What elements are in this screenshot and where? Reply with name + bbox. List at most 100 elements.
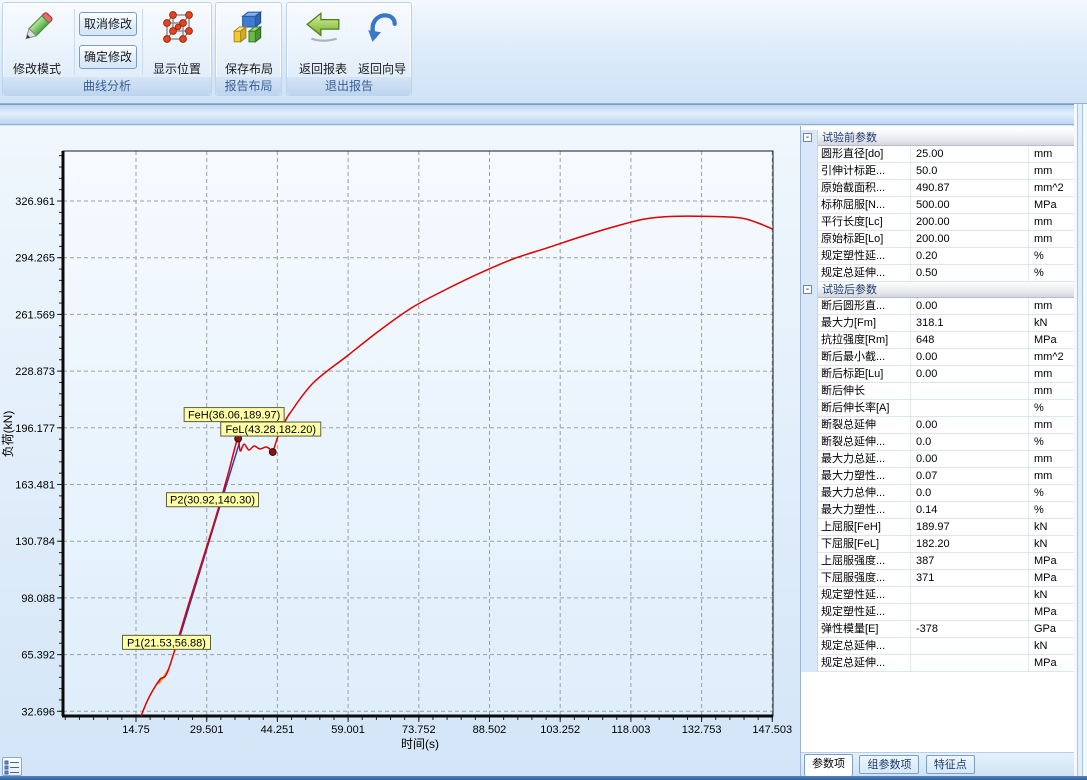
modify-mode-button[interactable]: 修改模式	[6, 6, 68, 76]
param-label: 规定总延伸...	[818, 655, 911, 672]
param-row[interactable]: 上屈服强度...387MPa	[801, 553, 1074, 570]
group-label-report-layout: 报告布局	[216, 77, 281, 95]
param-section-header[interactable]: 试验后参数	[801, 282, 1074, 298]
param-value[interactable]: 318.1	[911, 315, 1029, 332]
param-label: 规定总延伸...	[818, 265, 911, 282]
param-row[interactable]: 断后标距[Lu]0.00mm	[801, 366, 1074, 383]
param-row[interactable]: 规定总延伸...kN	[801, 638, 1074, 655]
param-value[interactable]: 387	[911, 553, 1029, 570]
param-value[interactable]: 0.00	[911, 417, 1029, 434]
param-unit: mm	[1029, 298, 1074, 315]
param-unit: mm	[1029, 468, 1074, 485]
param-row[interactable]: 规定塑性延...MPa	[801, 604, 1074, 621]
list-icon	[3, 758, 21, 775]
param-row[interactable]: 下屈服[FeL]182.20kN	[801, 536, 1074, 553]
molecule-icon	[159, 9, 195, 45]
param-label: 最大力总伸...	[818, 485, 911, 502]
save-layout-button[interactable]: 保存布局	[218, 6, 280, 76]
param-value[interactable]	[911, 655, 1029, 672]
margin-cell	[801, 146, 818, 163]
param-row[interactable]: 断后伸长mm	[801, 383, 1074, 400]
param-row[interactable]: 最大力总伸...0.0%	[801, 485, 1074, 502]
param-row[interactable]: 断后伸长率[A]%	[801, 400, 1074, 417]
param-row[interactable]: 平行长度[Lc]200.00mm	[801, 214, 1074, 231]
param-value[interactable]	[911, 400, 1029, 417]
param-row[interactable]: 弹性模量[E]-378GPa	[801, 621, 1074, 638]
param-row[interactable]: 规定总延伸...MPa	[801, 655, 1074, 672]
param-value[interactable]: 648	[911, 332, 1029, 349]
param-label: 标称屈服[N...	[818, 197, 911, 214]
param-row[interactable]: 抗拉强度[Rm]648MPa	[801, 332, 1074, 349]
show-position-button[interactable]: 显示位置	[146, 6, 208, 76]
param-row[interactable]: 断裂总延伸...0.0%	[801, 434, 1074, 451]
back-to-report-button[interactable]: 返回报表	[292, 6, 354, 76]
cubes-icon	[231, 9, 267, 45]
param-row[interactable]: 断后最小截...0.00mm^2	[801, 349, 1074, 366]
param-value[interactable]: 371	[911, 570, 1029, 587]
margin-cell	[801, 570, 818, 587]
separator	[142, 9, 143, 75]
param-label: 最大力塑性...	[818, 468, 911, 485]
param-row[interactable]: 上屈服[FeH]189.97kN	[801, 519, 1074, 536]
param-value[interactable]: 0.00	[911, 366, 1029, 383]
param-value[interactable]: 25.00	[911, 146, 1029, 163]
param-row[interactable]: 断裂总延伸0.00mm	[801, 417, 1074, 434]
param-label: 断后标距[Lu]	[818, 366, 911, 383]
tab-group-parameter-items[interactable]: 组参数项	[859, 755, 919, 774]
margin-cell	[801, 282, 818, 298]
param-row[interactable]: 原始截面积...490.87mm^2	[801, 180, 1074, 197]
param-row[interactable]: 最大力塑性...0.07mm	[801, 468, 1074, 485]
param-row[interactable]: 规定总延伸...0.50%	[801, 265, 1074, 282]
param-value[interactable]: 0.07	[911, 468, 1029, 485]
param-value[interactable]: 200.00	[911, 231, 1029, 248]
param-value[interactable]: 182.20	[911, 536, 1029, 553]
param-value[interactable]	[911, 604, 1029, 621]
param-value[interactable]: 0.14	[911, 502, 1029, 519]
param-value[interactable]	[911, 638, 1029, 655]
param-value[interactable]: 0.50	[911, 265, 1029, 282]
tab-parameter-items[interactable]: 参数项	[804, 754, 853, 776]
param-row[interactable]: 最大力[Fm]318.1kN	[801, 315, 1074, 332]
collapse-icon[interactable]	[803, 285, 812, 294]
param-unit: mm	[1029, 366, 1074, 383]
param-value[interactable]: 50.0	[911, 163, 1029, 180]
param-row[interactable]: 引伸计标距...50.0mm	[801, 163, 1074, 180]
param-value[interactable]: 500.00	[911, 197, 1029, 214]
param-row[interactable]: 规定塑性延...kN	[801, 587, 1074, 604]
param-section-header[interactable]: 试验前参数	[801, 130, 1074, 146]
margin-cell	[801, 315, 818, 332]
param-value[interactable]: 189.97	[911, 519, 1029, 536]
param-row[interactable]: 下屈服强度...371MPa	[801, 570, 1074, 587]
param-row[interactable]: 标称屈服[N...500.00MPa	[801, 197, 1074, 214]
param-value[interactable]: 0.00	[911, 349, 1029, 366]
ribbon-toolbar: 修改模式 取消修改 确定修改 显示	[0, 0, 1087, 104]
confirm-modify-button[interactable]: 确定修改	[79, 45, 137, 69]
margin-cell	[801, 655, 818, 672]
param-row[interactable]: 规定塑性延...0.20%	[801, 248, 1074, 265]
param-value[interactable]	[911, 383, 1029, 400]
param-row[interactable]: 最大力总延...0.00mm	[801, 451, 1074, 468]
param-value[interactable]	[911, 587, 1029, 604]
param-row[interactable]: 圆形直径[do]25.00mm	[801, 146, 1074, 163]
margin-cell	[801, 638, 818, 655]
param-label: 断后伸长	[818, 383, 911, 400]
margin-cell	[801, 519, 818, 536]
param-value[interactable]: 0.00	[911, 298, 1029, 315]
tab-feature-points[interactable]: 特征点	[926, 755, 975, 774]
collapse-icon[interactable]	[803, 133, 812, 142]
cancel-modify-button[interactable]: 取消修改	[79, 12, 137, 36]
back-to-wizard-button[interactable]: 返回向导	[351, 6, 413, 76]
param-value[interactable]: 200.00	[911, 214, 1029, 231]
param-value[interactable]: 0.20	[911, 248, 1029, 265]
param-row[interactable]: 断后圆形直...0.00mm	[801, 298, 1074, 315]
param-value[interactable]: 0.00	[911, 451, 1029, 468]
legend-list-button[interactable]	[2, 757, 22, 776]
margin-cell	[801, 366, 818, 383]
param-row[interactable]: 最大力塑性...0.14%	[801, 502, 1074, 519]
save-layout-label: 保存布局	[225, 62, 273, 76]
param-value[interactable]: 0.0	[911, 434, 1029, 451]
param-value[interactable]: 490.87	[911, 180, 1029, 197]
param-value[interactable]: 0.0	[911, 485, 1029, 502]
param-value[interactable]: -378	[911, 621, 1029, 638]
param-row[interactable]: 原始标距[Lo]200.00mm	[801, 231, 1074, 248]
